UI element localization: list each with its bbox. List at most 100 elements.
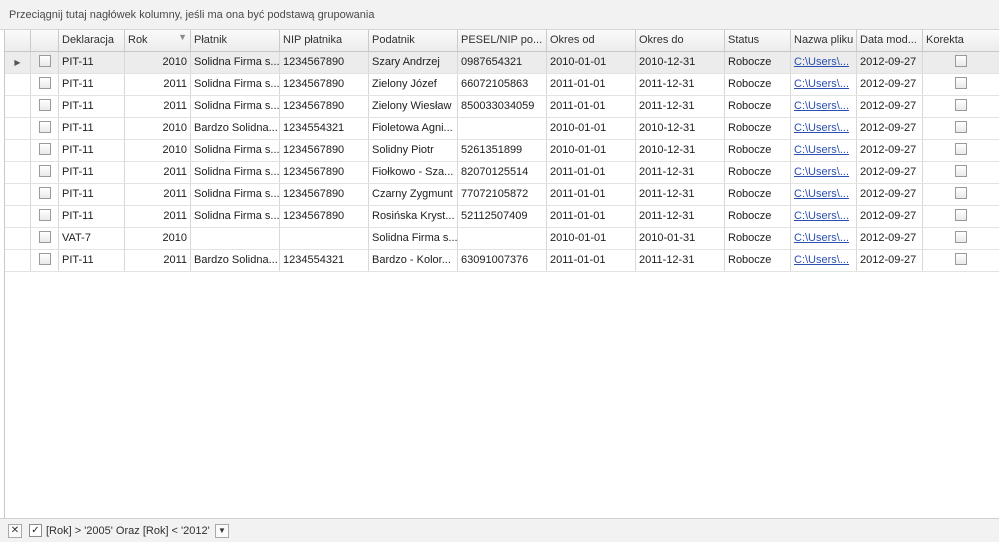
header-select-cell[interactable] [31, 30, 59, 51]
cell-nip-platnika: 1234567890 [280, 162, 369, 183]
column-header-pesel[interactable]: PESEL/NIP po... [458, 30, 547, 51]
table-row[interactable]: PIT-11 2010 Solidna Firma s... 1234567890 So… [5, 140, 999, 162]
row-checkbox[interactable] [38, 143, 51, 156]
column-header-data-modyfikacji[interactable]: Data mod... [857, 30, 923, 51]
cell-korekta[interactable] [923, 96, 999, 117]
row-checkbox[interactable] [38, 253, 51, 266]
cell-podatnik: Fioletowa Agni... [369, 118, 458, 139]
row-select-checkbox[interactable] [31, 74, 59, 95]
column-header-platnik[interactable]: Płatnik [191, 30, 280, 51]
korekta-checkbox[interactable] [955, 253, 967, 266]
cell-korekta[interactable] [923, 140, 999, 161]
row-select-checkbox[interactable] [31, 184, 59, 205]
cell-nazwa-pliku[interactable]: C:\Users\... [791, 118, 857, 139]
korekta-checkbox[interactable] [955, 99, 967, 112]
cell-nazwa-pliku[interactable]: C:\Users\... [791, 52, 857, 73]
row-indicator-cell[interactable] [5, 118, 31, 139]
filter-mru-dropdown-button[interactable]: ▼ [215, 524, 229, 538]
row-indicator-cell[interactable] [5, 250, 31, 271]
row-checkbox[interactable] [38, 121, 51, 134]
row-indicator-cell[interactable] [5, 184, 31, 205]
cell-nazwa-pliku[interactable]: C:\Users\... [791, 228, 857, 249]
cell-data-modyfikacji: 2012-09-27 [857, 206, 923, 227]
row-checkbox[interactable] [38, 231, 51, 244]
table-row[interactable]: PIT-11 2011 Solidna Firma s... 1234567890 Zi… [5, 96, 999, 118]
row-indicator-cell[interactable] [5, 96, 31, 117]
cell-platnik: Solidna Firma s... [191, 162, 280, 183]
korekta-checkbox[interactable] [955, 187, 967, 200]
row-select-checkbox[interactable] [31, 250, 59, 271]
row-indicator-cell[interactable] [5, 74, 31, 95]
cell-korekta[interactable] [923, 228, 999, 249]
row-indicator-cell[interactable] [5, 228, 31, 249]
cell-korekta[interactable] [923, 250, 999, 271]
row-select-checkbox[interactable] [31, 52, 59, 73]
korekta-checkbox[interactable] [955, 231, 967, 244]
row-select-checkbox[interactable] [31, 228, 59, 249]
cell-korekta[interactable] [923, 162, 999, 183]
filter-expression[interactable]: [Rok] > '2005' Oraz [Rok] < '2012' [46, 525, 210, 537]
cell-data-modyfikacji: 2012-09-27 [857, 118, 923, 139]
filter-enabled-checkbox[interactable]: ✓ [29, 524, 42, 537]
table-row[interactable]: PIT-11 2011 Solidna Firma s... 1234567890 Ro… [5, 206, 999, 228]
row-checkbox[interactable] [38, 209, 51, 222]
cell-korekta[interactable] [923, 118, 999, 139]
clear-filter-button[interactable]: ✕ [8, 524, 22, 538]
row-indicator-cell[interactable] [5, 206, 31, 227]
column-header-korekta[interactable]: Korekta [923, 30, 999, 51]
table-row[interactable]: PIT-11 2011 Solidna Firma s... 1234567890 Cz… [5, 184, 999, 206]
cell-pesel: 77072105872 [458, 184, 547, 205]
column-header-okres-od[interactable]: Okres od [547, 30, 636, 51]
row-checkbox[interactable] [38, 55, 51, 68]
korekta-checkbox[interactable] [955, 209, 967, 222]
cell-korekta[interactable] [923, 74, 999, 95]
cell-status: Robocze [725, 184, 791, 205]
korekta-checkbox[interactable] [955, 55, 967, 68]
column-header-nazwa-pliku[interactable]: Nazwa pliku [791, 30, 857, 51]
row-select-checkbox[interactable] [31, 118, 59, 139]
column-header-deklaracja[interactable]: Deklaracja [59, 30, 125, 51]
row-indicator-cell[interactable] [5, 162, 31, 183]
table-row[interactable]: ▶ PIT-11 2010 Solidna Firma s... 1234567890 S… [5, 52, 999, 74]
table-row[interactable]: PIT-11 2010 Bardzo Solidna... 1234554321 Fio… [5, 118, 999, 140]
table-row[interactable]: VAT-7 2010 Solidna Firma s... 2010-01-01 201… [5, 228, 999, 250]
cell-nazwa-pliku[interactable]: C:\Users\... [791, 184, 857, 205]
row-select-checkbox[interactable] [31, 96, 59, 117]
column-header-rok[interactable]: Rok ▼ [125, 30, 191, 51]
row-select-checkbox[interactable] [31, 162, 59, 183]
row-checkbox[interactable] [38, 77, 51, 90]
korekta-checkbox[interactable] [955, 143, 967, 156]
cell-nazwa-pliku[interactable]: C:\Users\... [791, 74, 857, 95]
column-header-okres-do[interactable]: Okres do [636, 30, 725, 51]
korekta-checkbox[interactable] [955, 121, 967, 134]
row-indicator-cell[interactable] [5, 140, 31, 161]
cell-nazwa-pliku[interactable]: C:\Users\... [791, 162, 857, 183]
cell-okres-do: 2011-12-31 [636, 250, 725, 271]
cell-nazwa-pliku[interactable]: C:\Users\... [791, 250, 857, 271]
cell-korekta[interactable] [923, 52, 999, 73]
table-row[interactable]: PIT-11 2011 Solidna Firma s... 1234567890 Zi… [5, 74, 999, 96]
cell-korekta[interactable] [923, 184, 999, 205]
cell-rok: 2011 [125, 96, 191, 117]
row-select-checkbox[interactable] [31, 206, 59, 227]
declarations-grid[interactable]: Deklaracja Rok ▼ Płatnik NIP płatnika Pod… [4, 30, 999, 518]
row-checkbox[interactable] [38, 165, 51, 178]
column-header-nip-platnika[interactable]: NIP płatnika [280, 30, 369, 51]
korekta-checkbox[interactable] [955, 77, 967, 90]
table-row[interactable]: PIT-11 2011 Solidna Firma s... 1234567890 Fi… [5, 162, 999, 184]
cell-nazwa-pliku[interactable]: C:\Users\... [791, 96, 857, 117]
column-header-podatnik[interactable]: Podatnik [369, 30, 458, 51]
row-checkbox[interactable] [38, 187, 51, 200]
table-row[interactable]: PIT-11 2011 Bardzo Solidna... 1234554321 Bar… [5, 250, 999, 272]
cell-nazwa-pliku[interactable]: C:\Users\... [791, 206, 857, 227]
cell-nazwa-pliku[interactable]: C:\Users\... [791, 140, 857, 161]
cell-korekta[interactable] [923, 206, 999, 227]
korekta-checkbox[interactable] [955, 165, 967, 178]
cell-deklaracja: VAT-7 [59, 228, 125, 249]
row-checkbox[interactable] [38, 99, 51, 112]
row-indicator-cell[interactable]: ▶ [5, 52, 31, 73]
filter-funnel-icon[interactable]: ▼ [178, 32, 187, 42]
column-header-status[interactable]: Status [725, 30, 791, 51]
row-select-checkbox[interactable] [31, 140, 59, 161]
group-by-panel[interactable]: Przeciągnij tutaj nagłówek kolumny, jeśl… [0, 0, 999, 30]
